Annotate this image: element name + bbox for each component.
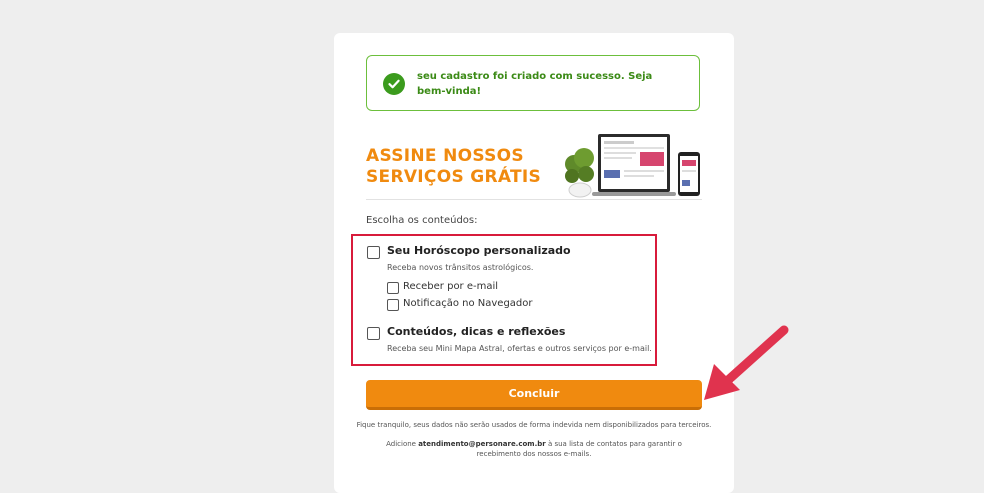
contact-email: atendimento@personare.com.br <box>418 440 546 448</box>
pointer-arrow-icon <box>704 325 789 400</box>
promo-title-line1: ASSINE NOSSOS <box>366 146 524 166</box>
content-title: Conteúdos, dicas e reflexões <box>387 325 566 338</box>
horoscope-title: Seu Horóscopo personalizado <box>387 244 571 257</box>
contact-note: Adicione atendimento@personare.com.br à … <box>364 439 704 459</box>
browser-notification-checkbox[interactable] <box>387 299 399 311</box>
content-subtitle: Receba seu Mini Mapa Astral, ofertas e o… <box>387 344 652 353</box>
success-message: seu cadastro foi criado com sucesso. Sej… <box>417 71 653 97</box>
content-checkbox[interactable] <box>367 327 380 340</box>
signup-card: seu cadastro foi criado com sucesso. Sej… <box>334 33 734 493</box>
choose-content-label: Escolha os conteúdos: <box>366 215 478 226</box>
devices-illustration <box>565 134 700 198</box>
submit-button[interactable]: Concluir <box>366 380 702 410</box>
success-banner: seu cadastro foi criado com sucesso. Sej… <box>366 55 700 111</box>
promo-title-line2: SERVIÇOS GRÁTIS <box>366 167 542 187</box>
browser-notification-label: Notificação no Navegador <box>403 298 533 309</box>
horoscope-subtitle: Receba novos trânsitos astrológicos. <box>387 263 534 272</box>
content-options-highlight: Seu Horóscopo personalizado Receba novos… <box>351 234 657 366</box>
email-checkbox[interactable] <box>387 282 399 294</box>
section-divider <box>366 199 702 200</box>
promo-title: ASSINE NOSSOS SERVIÇOS GRÁTIS <box>366 146 556 188</box>
email-option-label: Receber por e-mail <box>403 281 499 292</box>
contact-prefix: Adicione <box>386 440 419 448</box>
privacy-note: Fique tranquilo, seus dados não serão us… <box>356 421 712 429</box>
check-circle-icon <box>383 73 405 95</box>
horoscope-checkbox[interactable] <box>367 246 380 259</box>
